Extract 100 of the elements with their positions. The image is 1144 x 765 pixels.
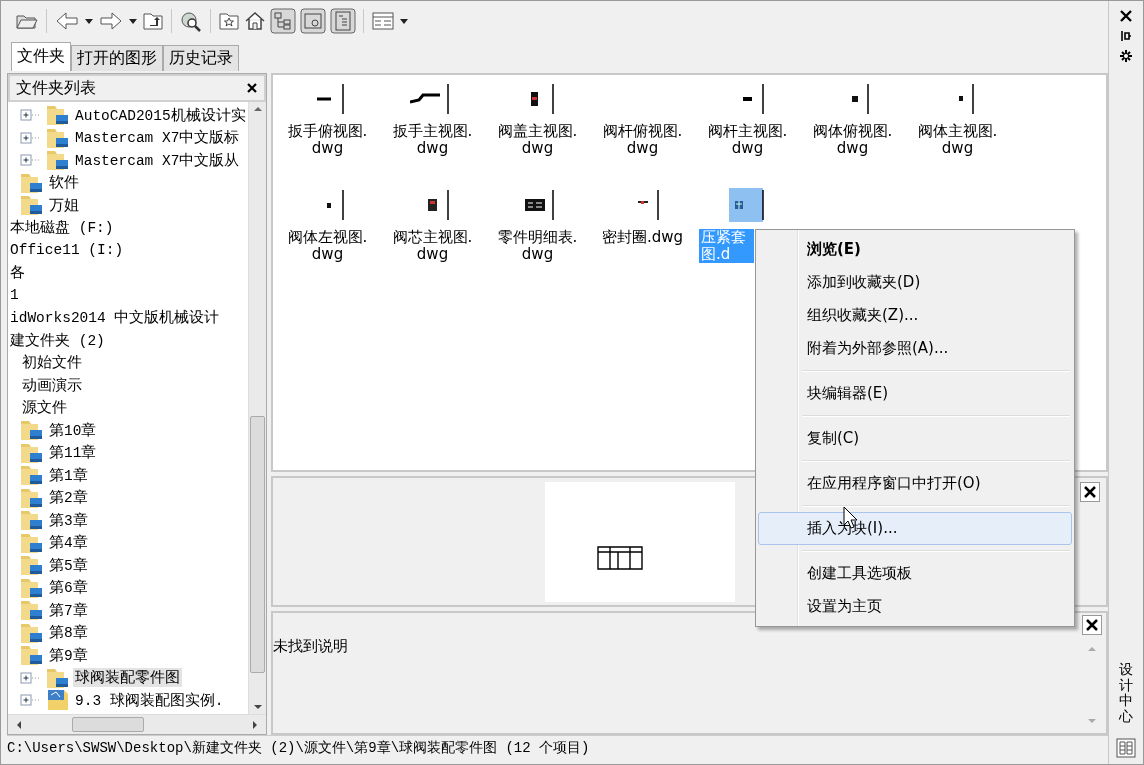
drawing-thumbnail bbox=[327, 188, 345, 222]
favorites-icon[interactable] bbox=[218, 10, 240, 32]
menu-item[interactable]: 块编辑器(E) bbox=[758, 377, 1072, 410]
vertical-scrollbar[interactable] bbox=[248, 102, 266, 714]
drawing-thumbnail bbox=[959, 82, 975, 116]
preview-icon[interactable] bbox=[300, 8, 326, 34]
tree-item[interactable]: 第8章 bbox=[47, 623, 90, 643]
file-name[interactable]: 阀杆俯视图. dwg bbox=[600, 123, 685, 157]
close-icon[interactable] bbox=[1080, 482, 1100, 502]
folder-icon bbox=[20, 644, 44, 667]
tree-item[interactable]: 9.3 球阀装配图实例. bbox=[73, 690, 226, 710]
tree-item[interactable]: 建文件夹 (2) bbox=[8, 330, 107, 350]
tree-item[interactable]: 第9章 bbox=[47, 645, 90, 665]
tree-item[interactable]: 万姐 bbox=[47, 195, 81, 215]
tree-view-icon[interactable] bbox=[270, 8, 296, 34]
close-icon[interactable] bbox=[1119, 9, 1133, 23]
tree-item[interactable]: 第5章 bbox=[47, 555, 90, 575]
scrollbar-thumb[interactable] bbox=[72, 717, 144, 732]
pane-title: 文件夹列表 bbox=[16, 77, 96, 99]
tree-item[interactable]: 本地磁盘 (F:) bbox=[8, 218, 116, 238]
folder-icon bbox=[20, 621, 44, 644]
tree-item[interactable]: 动画演示 bbox=[20, 375, 84, 395]
folder-icon bbox=[20, 554, 44, 577]
tree-item[interactable]: 初始文件 bbox=[20, 353, 84, 373]
tree-item[interactable]: 第1章 bbox=[47, 465, 90, 485]
file-name[interactable]: 阀芯主视图. dwg bbox=[390, 229, 475, 263]
menu-item[interactable]: 设置为主页 bbox=[758, 590, 1072, 623]
close-icon[interactable] bbox=[246, 82, 258, 94]
tree-item[interactable]: 软件 bbox=[47, 173, 81, 193]
menu-item[interactable]: 浏览(E) bbox=[758, 233, 1072, 266]
drawing-thumbnail bbox=[638, 188, 660, 222]
file-name[interactable]: 扳手主视图. dwg bbox=[390, 123, 475, 157]
close-icon[interactable] bbox=[1082, 615, 1102, 635]
drawing-thumbnail bbox=[743, 82, 765, 116]
home-icon[interactable] bbox=[244, 10, 266, 32]
folder-icon bbox=[46, 126, 70, 149]
expand-icon[interactable] bbox=[20, 671, 42, 684]
expand-icon[interactable] bbox=[20, 154, 42, 167]
palette-icon[interactable] bbox=[1116, 738, 1136, 758]
drawing-thumbnail bbox=[410, 82, 450, 116]
tab[interactable]: 文件夹 bbox=[11, 42, 71, 71]
forward-arrow-icon[interactable] bbox=[98, 10, 124, 32]
folder-icon bbox=[20, 576, 44, 599]
scrollbar-thumb[interactable] bbox=[250, 416, 265, 673]
menu-item[interactable]: 在应用程序窗口中打开(O) bbox=[758, 467, 1072, 500]
settings-icon[interactable] bbox=[1119, 49, 1133, 63]
folder-icon bbox=[20, 171, 44, 194]
tree-item[interactable]: 第3章 bbox=[47, 510, 90, 530]
file-name[interactable]: 阀体主视图. dwg bbox=[915, 123, 1000, 157]
drawing-thumbnail bbox=[531, 82, 555, 116]
back-arrow-icon[interactable] bbox=[54, 10, 80, 32]
menu-item[interactable]: 创建工具选项板 bbox=[758, 557, 1072, 590]
tree-item[interactable]: Mastercam X7中文版从 bbox=[73, 150, 242, 170]
menu-item[interactable]: 添加到收藏夹(D) bbox=[758, 266, 1072, 299]
folder-icon bbox=[46, 149, 70, 172]
menu-item[interactable]: 复制(C) bbox=[758, 422, 1072, 455]
drawing-file-icon bbox=[46, 689, 70, 712]
file-name[interactable]: 阀杆主视图. dwg bbox=[705, 123, 790, 157]
file-name[interactable]: 阀体左视图. dwg bbox=[285, 229, 370, 263]
pin-icon[interactable] bbox=[1119, 29, 1133, 43]
tree-item[interactable]: 1 bbox=[8, 287, 21, 304]
folder-icon bbox=[20, 419, 44, 442]
file-name[interactable]: 零件明细表. dwg bbox=[495, 229, 580, 263]
folder-icon bbox=[20, 599, 44, 622]
tree-item[interactable]: Mastercam X7中文版标 bbox=[73, 128, 242, 148]
file-name[interactable]: 阀体俯视图. dwg bbox=[810, 123, 895, 157]
folder-icon bbox=[20, 509, 44, 532]
expand-icon[interactable] bbox=[20, 131, 42, 144]
drawing-thumbnail bbox=[852, 82, 870, 116]
tree-item[interactable]: 第4章 bbox=[47, 533, 90, 553]
file-name[interactable]: 密封圈.dwg bbox=[599, 229, 686, 246]
up-folder-icon[interactable] bbox=[142, 10, 164, 32]
search-icon[interactable] bbox=[179, 10, 203, 32]
tab[interactable]: 历史记录 bbox=[163, 45, 239, 71]
folder-icon bbox=[20, 194, 44, 217]
file-name[interactable]: 扳手俯视图. dwg bbox=[285, 123, 370, 157]
expand-icon[interactable] bbox=[20, 109, 42, 122]
tree-item[interactable]: 源文件 bbox=[20, 398, 69, 418]
tree-item[interactable]: 第11章 bbox=[47, 443, 99, 463]
tab[interactable]: 打开的图形 bbox=[71, 45, 163, 71]
palette-title: 设计中心 bbox=[1119, 662, 1133, 724]
tree-item[interactable]: 各 bbox=[8, 263, 27, 283]
drawing-thumbnail bbox=[428, 188, 450, 222]
drawing-thumbnail bbox=[317, 82, 345, 116]
folder-icon bbox=[46, 666, 70, 689]
tree-item[interactable]: 球阀装配零件图 bbox=[73, 668, 182, 688]
file-name[interactable]: 阀盖主视图. dwg bbox=[495, 123, 580, 157]
tree-item[interactable]: 第2章 bbox=[47, 488, 90, 508]
folder-icon bbox=[20, 531, 44, 554]
expand-icon[interactable] bbox=[20, 694, 42, 707]
tree-item[interactable]: 第7章 bbox=[47, 600, 90, 620]
tree-item[interactable]: AutoCAD2015机械设计实 bbox=[73, 105, 248, 125]
horizontal-scrollbar[interactable] bbox=[8, 714, 266, 734]
tree-item[interactable]: Office11 (I:) bbox=[8, 242, 126, 259]
menu-item[interactable]: 附着为外部参照(A)... bbox=[758, 332, 1072, 365]
description-icon[interactable] bbox=[330, 8, 356, 34]
menu-item[interactable]: 组织收藏夹(Z)... bbox=[758, 299, 1072, 332]
tree-item[interactable]: 第6章 bbox=[47, 578, 90, 598]
tree-item[interactable]: idWorks2014 中文版机械设计 bbox=[8, 308, 222, 328]
tree-item[interactable]: 第10章 bbox=[47, 420, 99, 440]
